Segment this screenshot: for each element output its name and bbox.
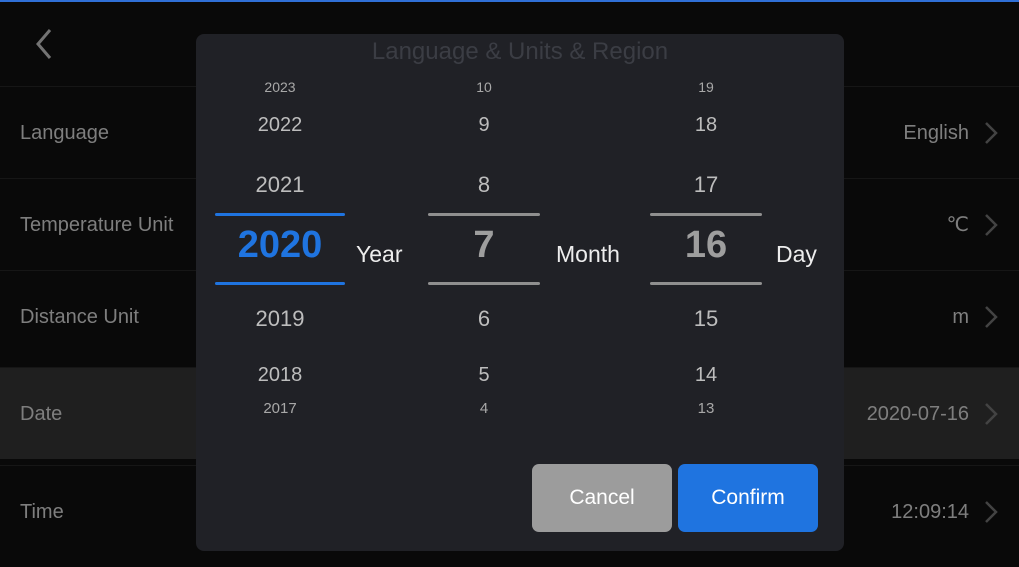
confirm-button[interactable]: Confirm <box>678 464 818 532</box>
year-wheel[interactable]: 2023 2022 2021 2020 2019 2018 2017 <box>210 74 350 424</box>
cancel-button[interactable]: Cancel <box>532 464 672 532</box>
wheel-item: 9 <box>478 114 490 136</box>
selection-line-bottom <box>215 282 345 285</box>
settings-screen: Language & Units & Region Language Engli… <box>0 2 1019 567</box>
date-picker-dialog: Language & Units & Region 2023 2022 2021… <box>196 34 844 551</box>
selected-year: 2020 <box>237 224 323 266</box>
dialog-background-title: Language & Units & Region <box>371 38 669 65</box>
wheel-item: 18 <box>694 114 718 136</box>
wheel-item: 8 <box>477 172 491 197</box>
selected-month: 7 <box>473 224 495 266</box>
wheel-item: 2021 <box>255 172 305 197</box>
selection-line-top <box>428 213 540 216</box>
selection-line-top <box>650 213 762 216</box>
wheel-item: 13 <box>697 400 715 417</box>
wheel-item: 10 <box>476 79 492 95</box>
wheel-item: 19 <box>698 79 714 95</box>
selection-line-top <box>215 213 345 216</box>
day-unit-label: Day <box>776 241 817 267</box>
wheel-item: 2019 <box>255 306 305 331</box>
month-wheel[interactable]: 10 9 8 7 6 5 4 <box>428 74 540 424</box>
wheel-item: 5 <box>478 364 490 386</box>
selection-line-bottom <box>428 282 540 285</box>
wheel-item: 2017 <box>263 400 297 417</box>
wheel-item: 2023 <box>264 79 296 95</box>
wheel-item: 2022 <box>257 114 303 136</box>
wheel-item: 15 <box>693 306 719 331</box>
wheel-item: 4 <box>479 400 489 417</box>
wheel-item: 2018 <box>257 364 303 386</box>
wheel-item: 6 <box>477 306 491 331</box>
selection-line-bottom <box>650 282 762 285</box>
month-unit-label: Month <box>556 241 620 267</box>
day-wheel[interactable]: 19 18 17 16 15 14 13 <box>650 74 762 424</box>
wheel-item: 17 <box>693 172 719 197</box>
year-unit-label: Year <box>356 241 403 267</box>
wheel-item: 14 <box>694 364 718 386</box>
selected-day: 16 <box>684 224 728 266</box>
